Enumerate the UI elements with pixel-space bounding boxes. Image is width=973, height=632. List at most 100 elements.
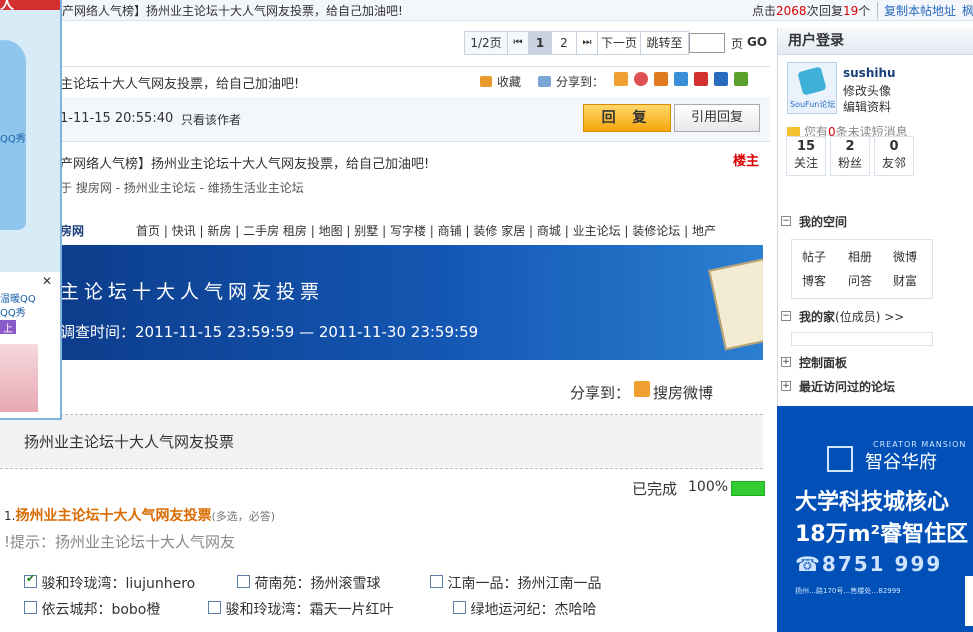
vote-checkbox[interactable] bbox=[453, 601, 466, 614]
vote-option[interactable]: 江南一品：扬州江南一品 bbox=[430, 573, 601, 593]
space-item[interactable]: 微博 bbox=[893, 248, 917, 265]
right-ad[interactable]: CREATOR MANSION 智谷华府 大学科技城核心 18万m²睿智住区 ☎… bbox=[777, 406, 973, 632]
reply-button[interactable]: 回 复 bbox=[583, 104, 671, 132]
vote-option[interactable]: ✔ 骏和玲珑湾：liujunhero bbox=[24, 572, 195, 593]
nav-item[interactable]: 商城 bbox=[537, 224, 561, 238]
vote-checkbox-checked[interactable]: ✔ bbox=[24, 572, 37, 588]
nav-item[interactable]: 别墅 bbox=[354, 224, 378, 238]
vote-checkbox[interactable] bbox=[208, 601, 221, 614]
banner-title: 主论坛十大人气网友投票 bbox=[60, 281, 325, 303]
jump-label: 跳转至 bbox=[640, 31, 689, 55]
first-page-button[interactable]: ⏮ bbox=[507, 31, 529, 55]
vote-status: 已完成 bbox=[632, 480, 678, 498]
vote-option[interactable]: 依云城邦：bobo橙 bbox=[24, 599, 160, 619]
next-page-icon[interactable]: ⏭ bbox=[576, 31, 598, 55]
floor-label: 楼主 bbox=[733, 154, 760, 169]
post-datetime: 1-11-15 20:55:40 bbox=[60, 111, 174, 126]
vote-option[interactable]: 荷南苑：扬州滚雪球 bbox=[237, 573, 380, 593]
space-item[interactable]: 财富 bbox=[893, 272, 917, 289]
mail-icon bbox=[787, 127, 800, 136]
page-count: 1/2页 bbox=[464, 31, 508, 55]
space-item[interactable]: 博客 bbox=[802, 272, 826, 289]
vote-checkbox[interactable] bbox=[237, 575, 250, 588]
page-2-button[interactable]: 2 bbox=[551, 31, 577, 55]
space-item[interactable]: 问答 bbox=[848, 272, 872, 289]
share-tencent-icon[interactable] bbox=[694, 72, 708, 86]
vote-option[interactable]: 绿地运河纪：杰哈哈 bbox=[453, 599, 596, 619]
ad-phone: ☎8751 999 bbox=[795, 552, 943, 576]
stat-following[interactable]: 15 关注 bbox=[786, 136, 826, 176]
soufang-weibo-link[interactable]: 搜房微博 bbox=[653, 382, 713, 403]
avatar[interactable]: SouFun论坛 bbox=[787, 62, 837, 114]
nav-item[interactable]: 商铺 bbox=[438, 224, 462, 238]
copy-link[interactable]: 复制本帖地址 bbox=[877, 2, 956, 19]
share-qzone-icon[interactable] bbox=[674, 72, 688, 86]
only-author-link[interactable]: 只看该作者 bbox=[181, 111, 241, 128]
nav-item[interactable]: 地产 bbox=[692, 224, 716, 238]
expand-icon[interactable]: + bbox=[781, 357, 791, 367]
recent-forums-heading[interactable]: 最近访问过的论坛 bbox=[799, 378, 895, 395]
close-icon[interactable]: ✕ bbox=[42, 274, 52, 288]
share-soufang-icon[interactable] bbox=[614, 72, 628, 86]
favorite-button[interactable]: 收藏 bbox=[480, 73, 521, 90]
stat-neighbors[interactable]: 0 友邻 bbox=[874, 136, 914, 176]
jump-page-input[interactable] bbox=[689, 33, 725, 53]
share-kaixin-icon[interactable] bbox=[714, 72, 728, 86]
vote-title: 扬州业主论坛十大人气网友投票 bbox=[24, 433, 235, 451]
collapse-icon[interactable]: − bbox=[781, 216, 791, 226]
left-ad-header: 人 bbox=[0, 0, 60, 10]
vote-progress-fill bbox=[732, 482, 764, 495]
nav-item[interactable]: 装修论坛 bbox=[632, 224, 680, 238]
my-space-heading[interactable]: 我的空间 bbox=[799, 213, 847, 230]
share-icon bbox=[538, 76, 551, 87]
username[interactable]: sushihu bbox=[843, 66, 896, 80]
page-unit: 页 bbox=[731, 37, 744, 51]
vote-checkbox[interactable] bbox=[430, 575, 443, 588]
collapse-icon[interactable]: − bbox=[781, 311, 791, 321]
next-page-button[interactable]: 下一页 bbox=[597, 31, 641, 55]
left-ad-button[interactable]: 上 bbox=[0, 320, 16, 335]
nav-item[interactable]: 地图 bbox=[319, 224, 343, 238]
space-item[interactable]: 帖子 bbox=[802, 248, 826, 265]
soufang-weibo-icon[interactable] bbox=[634, 381, 650, 397]
panel-title: 用户登录 bbox=[778, 28, 973, 55]
change-avatar-link[interactable]: 修改头像 bbox=[843, 82, 891, 99]
share-douban-icon[interactable] bbox=[734, 72, 748, 86]
stat-fans[interactable]: 2 粉丝 bbox=[830, 136, 870, 176]
go-button[interactable]: GO bbox=[747, 35, 767, 49]
nav-item[interactable]: 首页 bbox=[136, 224, 160, 238]
ad-headline-2: 18万m²睿智住区 bbox=[795, 522, 969, 547]
vote-percent: 100% bbox=[688, 479, 729, 495]
top-extra-link[interactable]: 枫 bbox=[962, 2, 973, 19]
nav-item[interactable]: 家居 bbox=[501, 224, 525, 238]
vote-checkbox[interactable] bbox=[24, 601, 37, 614]
space-item[interactable]: 相册 bbox=[848, 248, 872, 265]
share-label: 分享到： bbox=[538, 73, 604, 90]
quote-reply-button[interactable]: 引用回复 bbox=[674, 104, 760, 132]
nav-item[interactable]: 装修 bbox=[473, 224, 497, 238]
vote-option[interactable]: 骏和玲珑湾：霜天一片红叶 bbox=[208, 599, 393, 619]
my-home-heading[interactable]: 我的家(位成员) >> bbox=[799, 308, 904, 325]
share-row: 分享到： bbox=[570, 384, 631, 402]
thread-title-top: 产网络人气榜】扬州业主论坛十大人气网友投票，给自己加油吧! bbox=[62, 4, 403, 18]
left-ad-text: QQ秀 bbox=[0, 134, 26, 145]
left-ad-text: QQ秀 bbox=[0, 308, 26, 319]
ad-brand-cn: 智谷华府 bbox=[865, 452, 937, 473]
share-weibo-icon[interactable] bbox=[634, 72, 648, 86]
left-ad-lower: 温暖QQ QQ秀 上 ✕ bbox=[0, 272, 60, 418]
post-header-title: 主论坛十大人气网友投票，给自己加油吧! bbox=[60, 77, 300, 92]
expand-icon[interactable]: + bbox=[781, 381, 791, 391]
nav-item[interactable]: 业主论坛 bbox=[573, 224, 621, 238]
share-renren-icon[interactable] bbox=[654, 72, 668, 86]
nav-item[interactable]: 二手房 bbox=[243, 224, 279, 238]
left-float-ad[interactable]: 人 QQ秀 温暖QQ QQ秀 上 ✕ bbox=[0, 0, 62, 420]
vote-banner: 主论坛十大人气网友投票 调查时间：2011-11-15 23:59:59 — 2… bbox=[60, 245, 763, 360]
nav-item[interactable]: 写字楼 bbox=[390, 224, 426, 238]
nav-item[interactable]: 快讯 bbox=[172, 224, 196, 238]
control-panel-heading[interactable]: 控制面板 bbox=[799, 354, 847, 371]
left-ad-text: 温暖QQ bbox=[0, 294, 36, 305]
nav-item[interactable]: 租房 bbox=[283, 224, 307, 238]
page-1-button[interactable]: 1 bbox=[528, 31, 552, 55]
edit-profile-link[interactable]: 编辑资料 bbox=[843, 98, 891, 115]
nav-item[interactable]: 新房 bbox=[207, 224, 231, 238]
